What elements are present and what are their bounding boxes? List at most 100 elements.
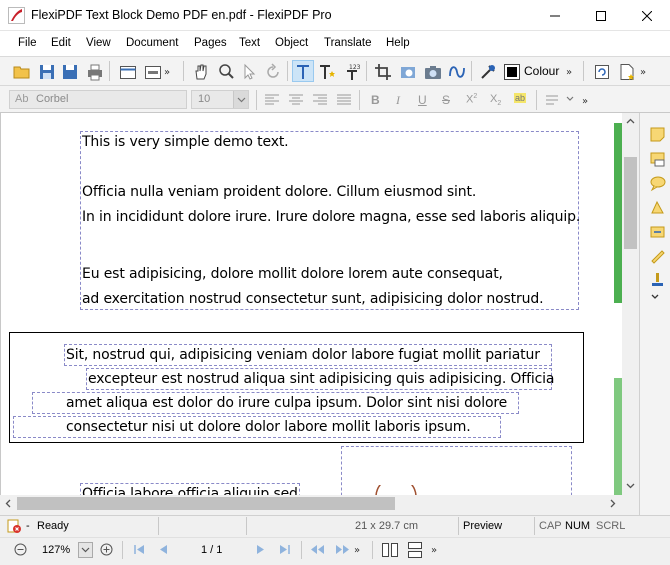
doc-line[interactable]: This is very simple demo text. <box>82 134 289 150</box>
status-separator-dash: - <box>26 520 30 532</box>
doc-line[interactable]: Officia nulla veniam proident dolore. Ci… <box>82 184 476 200</box>
zoom-out-icon[interactable] <box>14 543 27 556</box>
document-canvas[interactable]: This is very simple demo text. Officia n… <box>0 113 622 495</box>
menu-translate[interactable]: Translate <box>324 37 372 49</box>
align-center-icon[interactable] <box>286 90 306 110</box>
doc-line[interactable]: amet aliqua est dolor do irure culpa ips… <box>66 395 507 411</box>
continuous-view-icon[interactable] <box>406 541 424 559</box>
stamp-note-icon[interactable] <box>649 199 666 216</box>
sticky-note-icon[interactable] <box>649 126 666 143</box>
panel-expand-icon[interactable] <box>651 294 659 300</box>
zoom-level[interactable]: 127% <box>42 544 70 556</box>
colour-label[interactable]: Colour <box>524 64 559 78</box>
document-properties-icon[interactable] <box>118 62 138 82</box>
highlight-button[interactable]: ab <box>512 91 530 109</box>
align-right-icon[interactable] <box>310 90 330 110</box>
status-ready: Ready <box>37 520 69 532</box>
save-icon[interactable] <box>37 62 57 82</box>
vertical-scroll-thumb[interactable] <box>624 157 637 249</box>
comment-note-icon[interactable] <box>649 151 666 168</box>
align-left-icon[interactable] <box>262 90 282 110</box>
mode-label: Preview <box>463 520 503 532</box>
last-page-icon[interactable] <box>278 544 290 555</box>
menu-object[interactable]: Object <box>275 37 308 49</box>
open-folder-icon[interactable] <box>12 62 32 82</box>
scroll-left-icon[interactable] <box>5 499 11 508</box>
select-tool-icon[interactable] <box>240 62 260 82</box>
annotation-panel <box>639 113 670 515</box>
italic-button[interactable]: I <box>396 93 400 108</box>
text-numbering-tool-icon[interactable]: 123 <box>342 62 362 82</box>
scroll-down-icon[interactable] <box>626 483 635 489</box>
doc-line[interactable]: Officia labore officia aliquip sed <box>82 486 298 495</box>
maximize-button[interactable] <box>578 0 624 31</box>
scroll-right-icon[interactable] <box>610 499 616 508</box>
zoom-tool-icon[interactable] <box>216 62 236 82</box>
minimize-icon <box>550 15 560 16</box>
page-refresh-icon[interactable] <box>592 62 612 82</box>
format-toolbar-overflow[interactable]: » <box>582 96 588 107</box>
horizontal-scrollbar[interactable] <box>0 495 622 512</box>
doc-line[interactable]: In in incididunt dolore irure. Irure dol… <box>82 209 580 225</box>
menu-document[interactable]: Document <box>126 37 178 49</box>
menu-text[interactable]: Text <box>239 37 260 49</box>
colour-swatch-icon[interactable] <box>502 62 522 82</box>
strikethrough-button[interactable]: S <box>442 93 450 107</box>
nav-overflow[interactable]: » <box>354 545 360 556</box>
two-page-view-icon[interactable] <box>381 541 399 559</box>
first-page-icon[interactable] <box>134 544 146 555</box>
subscript-button[interactable]: X2 <box>490 93 501 107</box>
hand-tool-icon[interactable] <box>191 62 211 82</box>
page-indicator[interactable]: 1 / 1 <box>201 544 222 556</box>
forward-view-icon[interactable] <box>335 544 350 555</box>
page-layout-icon[interactable] <box>143 62 163 82</box>
close-button[interactable] <box>624 0 670 31</box>
zoom-dropdown-button[interactable] <box>78 542 93 558</box>
crop-tool-icon[interactable] <box>373 62 393 82</box>
font-prefix-icon: Ab <box>15 93 29 105</box>
back-view-icon[interactable] <box>310 544 325 555</box>
horizontal-scroll-thumb[interactable] <box>17 497 395 510</box>
toolbar-overflow-1[interactable]: » <box>164 67 170 78</box>
rotate-tool-icon[interactable] <box>263 62 283 82</box>
doc-line[interactable]: excepteur est nostrud aliqua sint adipis… <box>88 371 554 387</box>
line-spacing-icon[interactable] <box>543 90 563 110</box>
menu-file[interactable]: File <box>18 37 37 49</box>
doc-line[interactable]: ad exercitation nostrud consectetur sunt… <box>82 291 544 307</box>
callout-icon[interactable] <box>649 175 666 192</box>
curve-tool-icon[interactable] <box>447 62 467 82</box>
zoom-in-icon[interactable] <box>100 543 113 556</box>
doc-line[interactable]: Eu est adipisicing, dolore mollit dolore… <box>82 266 503 282</box>
font-size-dropdown-button[interactable] <box>233 91 248 108</box>
new-page-icon[interactable] <box>617 62 637 82</box>
image-tool-icon[interactable] <box>398 62 418 82</box>
menu-edit[interactable]: Edit <box>51 37 71 49</box>
bold-button[interactable]: B <box>371 93 380 107</box>
previous-page-icon[interactable] <box>158 544 168 555</box>
eyedropper-icon[interactable] <box>478 62 498 82</box>
camera-tool-icon[interactable] <box>423 62 443 82</box>
pin-annotation-icon[interactable] <box>649 271 666 288</box>
menu-view[interactable]: View <box>86 37 111 49</box>
chevron-down-icon[interactable] <box>566 96 574 102</box>
toolbar-overflow-3[interactable]: » <box>640 67 646 78</box>
link-note-icon[interactable] <box>649 223 666 240</box>
save-all-icon[interactable] <box>60 62 80 82</box>
vertical-scrollbar[interactable] <box>622 113 639 495</box>
menu-pages[interactable]: Pages <box>194 37 227 49</box>
next-page-icon[interactable] <box>256 544 266 555</box>
add-text-tool-icon[interactable] <box>317 62 337 82</box>
doc-line[interactable]: Sit, nostrud qui, adipisicing veniam dol… <box>66 347 540 363</box>
justify-icon[interactable] <box>334 90 354 110</box>
underline-button[interactable]: U <box>418 93 427 107</box>
superscript-button[interactable]: X2 <box>466 93 477 106</box>
print-icon[interactable] <box>85 62 105 82</box>
menu-help[interactable]: Help <box>386 37 410 49</box>
doc-line[interactable]: consectetur nisi ut dolore dolor labore … <box>66 419 471 435</box>
toolbar-overflow-2[interactable]: » <box>566 67 572 78</box>
view-overflow[interactable]: » <box>431 545 437 556</box>
scroll-up-icon[interactable] <box>626 118 635 124</box>
minimize-button[interactable] <box>532 0 578 31</box>
pen-annotation-icon[interactable] <box>649 247 666 264</box>
text-edit-tool-icon[interactable] <box>293 62 313 82</box>
